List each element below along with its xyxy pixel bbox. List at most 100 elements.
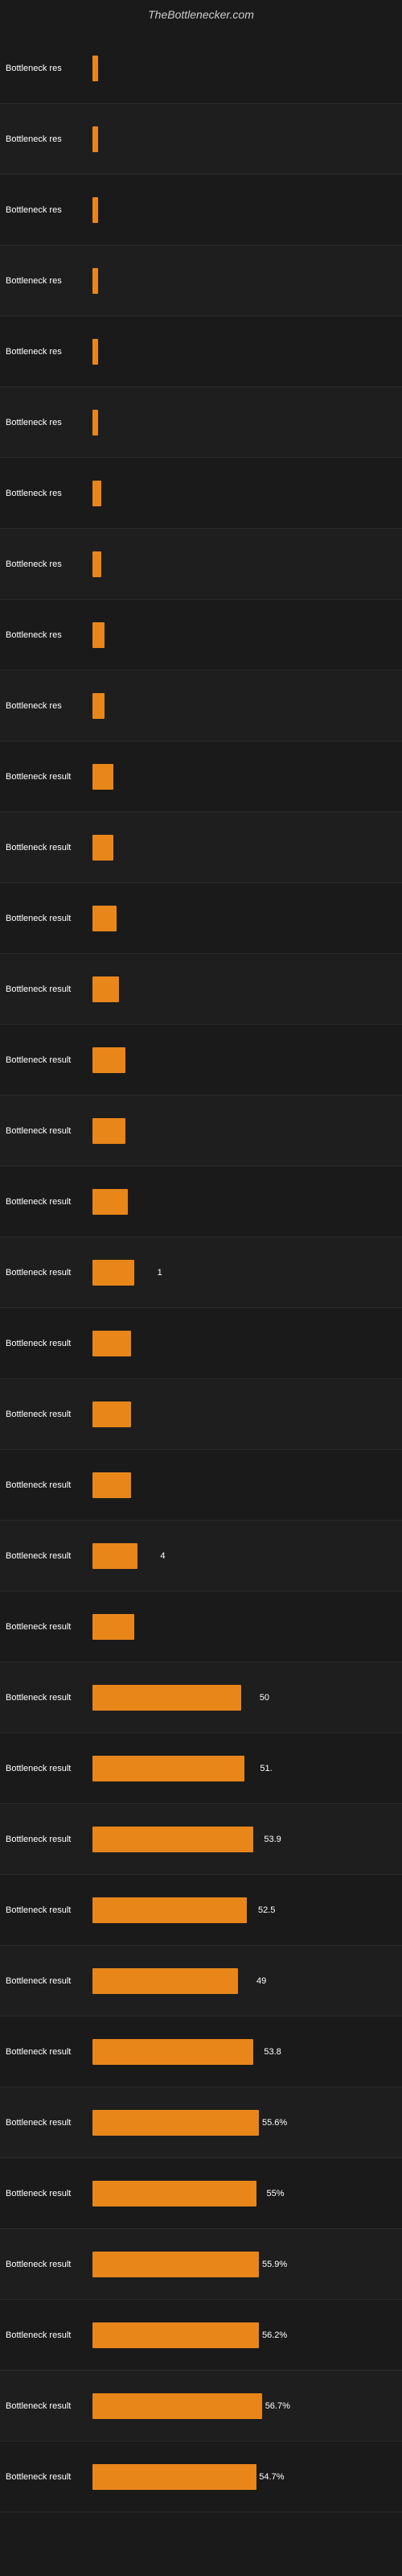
bar-fill <box>92 976 119 1002</box>
chart-container: Bottleneck res Bottleneck res Bottleneck r… <box>0 25 402 2520</box>
bar-fill: 56.2% <box>92 2322 259 2348</box>
bar-row: Bottleneck result53.9 <box>0 1804 402 1875</box>
bar-label: Bottleneck result <box>4 1976 92 1986</box>
bar-label: Bottleneck result <box>4 1693 92 1703</box>
bar-row: Bottleneck res <box>0 458 402 529</box>
bar-label: Bottleneck res <box>4 276 92 286</box>
bar-fill <box>92 693 105 719</box>
bar-wrapper: 55.9% <box>92 2248 398 2281</box>
bar-row: Bottleneck result52.5 <box>0 1875 402 1946</box>
bar-wrapper: 56.7% <box>92 2390 398 2422</box>
bar-row: Bottleneck result50 <box>0 1662 402 1733</box>
bar-wrapper: 52.5 <box>92 1894 398 1926</box>
bar-fill <box>92 1331 131 1356</box>
bar-value: 56.2% <box>262 2330 287 2340</box>
bar-fill: 56.7% <box>92 2393 262 2419</box>
bar-row: Bottleneck result <box>0 1379 402 1450</box>
bar-wrapper: 4 <box>92 1540 398 1572</box>
bar-fill: 49 <box>92 1968 238 1994</box>
bar-fill <box>92 56 98 81</box>
bar-row: Bottleneck result49 <box>0 1946 402 2017</box>
bar-fill: 55.9% <box>92 2252 259 2277</box>
bar-wrapper <box>92 690 398 722</box>
bar-row: Bottleneck result55.6% <box>0 2087 402 2158</box>
bar-label: Bottleneck res <box>4 559 92 569</box>
bar-wrapper <box>92 619 398 651</box>
bar-row: Bottleneck res <box>0 529 402 600</box>
bar-fill <box>92 1189 128 1215</box>
bar-value: 53.9 <box>264 1835 281 1844</box>
bar-row: Bottleneck res <box>0 33 402 104</box>
bar-fill: 53.8 <box>92 2039 253 2065</box>
bar-wrapper <box>92 194 398 226</box>
bar-fill: 52.5 <box>92 1897 247 1923</box>
bar-label: Bottleneck res <box>4 418 92 427</box>
bar-label: Bottleneck result <box>4 2189 92 2198</box>
bar-fill <box>92 1047 125 1073</box>
bar-label: Bottleneck result <box>4 1055 92 1065</box>
bar-label: Bottleneck result <box>4 1551 92 1561</box>
bar-wrapper: 55% <box>92 2178 398 2210</box>
bar-fill <box>92 622 105 648</box>
bar-value: 53.8 <box>264 2047 281 2057</box>
bar-value: 55.9% <box>262 2260 287 2269</box>
bar-fill: 55% <box>92 2181 256 2207</box>
bar-row: Bottleneck result <box>0 954 402 1025</box>
bar-wrapper: 1 <box>92 1257 398 1289</box>
bar-label: Bottleneck result <box>4 1197 92 1207</box>
bar-fill <box>92 197 98 223</box>
bar-fill: 55.6% <box>92 2110 259 2136</box>
bar-row: Bottleneck res <box>0 316 402 387</box>
bar-row: Bottleneck result51. <box>0 1733 402 1804</box>
bar-fill <box>92 1118 125 1144</box>
bar-wrapper: 56.2% <box>92 2319 398 2351</box>
bar-fill: 4 <box>92 1543 137 1569</box>
bar-label: Bottleneck res <box>4 630 92 640</box>
bar-wrapper <box>92 1115 398 1147</box>
bar-fill <box>92 1402 131 1427</box>
bar-wrapper <box>92 1044 398 1076</box>
bar-row: Bottleneck res <box>0 387 402 458</box>
bar-row: Bottleneck result <box>0 1591 402 1662</box>
bar-label: Bottleneck result <box>4 985 92 994</box>
bar-row: Bottleneck result <box>0 741 402 812</box>
bar-value: 56.7% <box>265 2401 290 2411</box>
site-title: TheBottlenecker.com <box>0 0 402 25</box>
bar-row: Bottleneck res <box>0 671 402 741</box>
bar-wrapper <box>92 1327 398 1360</box>
bar-fill <box>92 906 117 931</box>
bar-row: Bottleneck result4 <box>0 1521 402 1591</box>
bar-label: Bottleneck result <box>4 1339 92 1348</box>
bar-row: Bottleneck result <box>0 812 402 883</box>
bar-row: Bottleneck result56.7% <box>0 2371 402 2442</box>
bar-value: 51. <box>260 1764 272 1773</box>
bar-row: Bottleneck res <box>0 246 402 316</box>
bar-row: Bottleneck res <box>0 175 402 246</box>
bar-fill: 1 <box>92 1260 134 1286</box>
bar-wrapper: 55.6% <box>92 2107 398 2139</box>
bar-label: Bottleneck result <box>4 1268 92 1278</box>
bar-label: Bottleneck result <box>4 1126 92 1136</box>
bar-label: Bottleneck res <box>4 489 92 498</box>
bar-label: Bottleneck result <box>4 914 92 923</box>
bar-row: Bottleneck result <box>0 1025 402 1096</box>
bar-label: Bottleneck result <box>4 2472 92 2482</box>
header: TheBottlenecker.com <box>0 0 402 25</box>
bar-wrapper <box>92 52 398 85</box>
bar-label: Bottleneck result <box>4 772 92 782</box>
bar-value: 49 <box>256 1976 266 1986</box>
bar-label: Bottleneck result <box>4 1622 92 1632</box>
bar-fill: 50 <box>92 1685 241 1711</box>
bar-wrapper <box>92 1186 398 1218</box>
bar-row: Bottleneck result53.8 <box>0 2017 402 2087</box>
bar-row: Bottleneck result <box>0 1096 402 1166</box>
bar-label: Bottleneck result <box>4 2118 92 2128</box>
bar-row: Bottleneck result54.7% <box>0 2442 402 2512</box>
bar-label: Bottleneck result <box>4 1905 92 1915</box>
bar-row: Bottleneck result <box>0 1450 402 1521</box>
bar-fill <box>92 1472 131 1498</box>
bar-row: Bottleneck result <box>0 1308 402 1379</box>
bar-label: Bottleneck result <box>4 1480 92 1490</box>
bar-wrapper <box>92 1398 398 1430</box>
bar-label: Bottleneck res <box>4 347 92 357</box>
